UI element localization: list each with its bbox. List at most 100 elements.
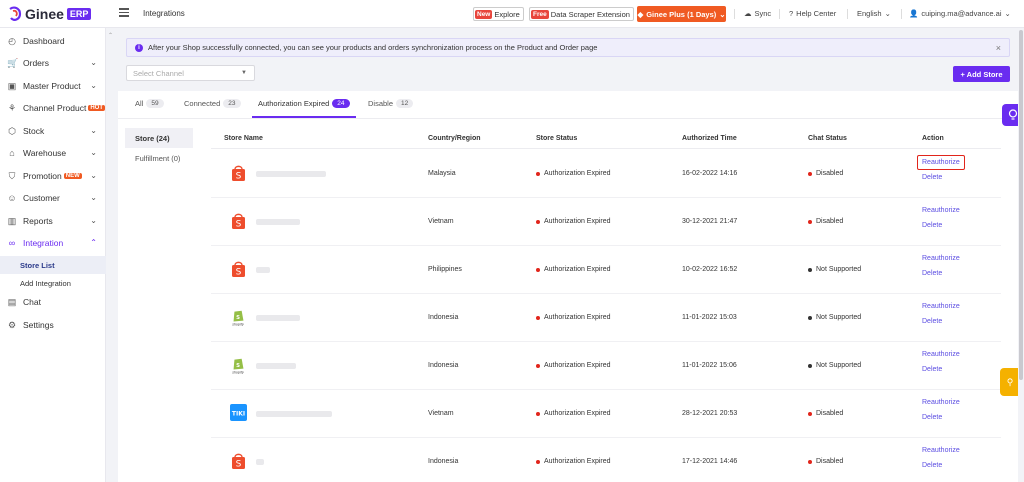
tab-label: Disable	[368, 99, 394, 108]
table-row: S Malaysia Authorization Expired 16-02-2022…	[211, 150, 1001, 198]
sidebar-subitem-store-list[interactable]: Store List	[0, 256, 106, 274]
table-row: S Indonesia Authorization Expired 17-12-202…	[211, 438, 1001, 482]
chat-status-cell: Not Supported	[808, 362, 861, 369]
close-icon[interactable]: ×	[996, 43, 1001, 53]
sidebar-item-channel-product[interactable]: ⚘ Channel Product HOT	[0, 97, 106, 119]
data-scraper-button[interactable]: Free Data Scraper Extension	[529, 7, 634, 21]
chat-status-cell: Disabled	[808, 410, 843, 417]
sidebar-item-promotion[interactable]: ⛉ Promotion NEW ⌄	[0, 165, 106, 187]
reauthorize-link[interactable]: Reauthorize	[922, 399, 960, 406]
sidebar-item-integration[interactable]: ∞ Integration ⌃	[0, 232, 106, 254]
sidebar: ◴ Dashboard 🛒 Orders ⌄ ▣ Master Product …	[0, 28, 106, 482]
explore-button[interactable]: New Explore	[473, 7, 524, 21]
shopee-logo-icon: S	[232, 453, 245, 470]
tab-all[interactable]: All 59	[135, 99, 164, 108]
tab-count: 23	[223, 99, 241, 108]
cloud-sync-icon: ☁	[744, 9, 752, 18]
page-scrollbar-thumb[interactable]	[1019, 30, 1023, 380]
channel-select[interactable]: Select Channel ▼	[126, 65, 255, 81]
delete-link[interactable]: Delete	[922, 462, 942, 469]
ginee-plus-button[interactable]: ◆ Ginee Plus (1 Days) ⌄	[637, 6, 726, 22]
store-status-cell: Authorization Expired	[536, 218, 611, 225]
sidebar-subitem-add-integration[interactable]: Add Integration	[0, 274, 106, 292]
store-status-cell: Authorization Expired	[536, 266, 611, 273]
delete-link[interactable]: Delete	[922, 366, 942, 373]
side-helper-icon[interactable]: ⚲	[1000, 368, 1020, 396]
shopify-logo-icon: Sshopify	[232, 358, 244, 374]
reauthorize-link[interactable]: Reauthorize	[922, 255, 960, 262]
tab-count: 12	[396, 99, 414, 108]
side-tab-store[interactable]: Store (24)	[125, 128, 193, 148]
authorized-time-cell: 16-02-2022 14:16	[682, 170, 738, 177]
add-store-button[interactable]: + Add Store	[953, 66, 1010, 82]
sidebar-item-settings[interactable]: ⚙ Settings	[0, 314, 106, 336]
scroll-up-icon[interactable]: ⌃	[108, 32, 113, 39]
authorized-time-cell: 11-01-2022 15:06	[682, 362, 737, 369]
divider	[901, 9, 902, 19]
table-row: TIKI Vietnam Authorization Expired 28-12-20…	[211, 390, 1001, 438]
sidebar-item-reports[interactable]: ▥ Reports ⌄	[0, 210, 106, 232]
user-icon: 👤	[909, 9, 919, 18]
sidebar-item-warehouse[interactable]: ⌂ Warehouse ⌄	[0, 142, 106, 164]
hot-badge: HOT	[88, 105, 105, 111]
delete-link[interactable]: Delete	[922, 414, 942, 421]
customer-icon: ☺	[7, 193, 17, 203]
delete-link[interactable]: Delete	[922, 222, 942, 229]
status-dot	[536, 459, 540, 464]
chat-icon: ▤	[7, 297, 17, 307]
sidebar-item-master-product[interactable]: ▣ Master Product ⌄	[0, 75, 106, 97]
reauthorize-link[interactable]: Reauthorize	[922, 303, 960, 310]
ginee-logo[interactable]: Ginee ERP	[8, 5, 92, 23]
reauthorize-link[interactable]: Reauthorize	[922, 159, 960, 166]
reauthorize-link[interactable]: Reauthorize	[922, 447, 960, 454]
logo-badge: ERP	[66, 8, 92, 20]
sidebar-item-customer[interactable]: ☺ Customer ⌄	[0, 187, 106, 209]
country-cell: Malaysia	[428, 170, 456, 177]
side-tab-fulfillment[interactable]: Fulfillment (0)	[125, 148, 193, 168]
user-email: cuiping.ma@advance.ai	[921, 9, 1002, 18]
status-dot	[536, 411, 540, 416]
sidebar-item-chat[interactable]: ▤ Chat	[0, 291, 106, 313]
sidebar-item-dashboard[interactable]: ◴ Dashboard	[0, 30, 106, 52]
svg-text:S: S	[236, 220, 242, 230]
chevron-down-icon: ⌄	[90, 126, 97, 135]
language-select[interactable]: English ⌄	[857, 9, 891, 18]
box-icon: ▣	[7, 81, 17, 91]
country-cell: Indonesia	[428, 458, 459, 465]
reauthorize-link[interactable]: Reauthorize	[922, 351, 960, 358]
store-status-cell: Authorization Expired	[536, 410, 611, 417]
status-dot	[808, 363, 812, 368]
chat-status-text: Disabled	[816, 218, 844, 225]
help-center-link[interactable]: ? Help Center	[789, 9, 836, 18]
user-menu[interactable]: 👤 cuiping.ma@advance.ai ⌄	[909, 9, 1011, 18]
delete-link[interactable]: Delete	[922, 174, 942, 181]
status-dot	[808, 267, 812, 272]
chat-status-text: Disabled	[816, 458, 844, 465]
delete-link[interactable]: Delete	[922, 270, 942, 277]
chevron-down-icon: ⌄	[90, 58, 97, 67]
scraper-label: Data Scraper Extension	[550, 9, 630, 19]
chat-status-text: Not Supported	[816, 266, 862, 273]
tab-label: All	[135, 99, 144, 108]
tab-count: 59	[146, 99, 164, 108]
sidebar-item-label: Dashboard	[23, 36, 65, 46]
country-cell: Indonesia	[428, 362, 459, 369]
sidebar-item-label: Customer	[23, 193, 60, 203]
sidebar-item-orders[interactable]: 🛒 Orders ⌄	[0, 52, 106, 74]
table-row: S Philippines Authorization Expired 10-02-2…	[211, 246, 1001, 294]
sync-button[interactable]: ☁ Sync	[744, 9, 771, 18]
chevron-down-icon: ⌄	[90, 148, 97, 157]
shopee-logo-icon: S	[232, 165, 245, 182]
tab-authorization-expired[interactable]: Authorization Expired 24	[258, 99, 350, 108]
tab-connected[interactable]: Connected 23	[184, 99, 241, 108]
reauthorize-link[interactable]: Reauthorize	[922, 207, 960, 214]
divider	[734, 9, 735, 19]
chat-status-cell: Not Supported	[808, 266, 861, 273]
store-list-panel: All 59 Connected 23 Authorization Expire…	[118, 91, 1018, 482]
delete-link[interactable]: Delete	[922, 318, 942, 325]
sidebar-item-label: Orders	[23, 58, 49, 68]
menu-toggle-icon[interactable]	[119, 8, 129, 18]
tab-disable[interactable]: Disable 12	[368, 99, 414, 108]
shopee-logo-icon: S	[232, 261, 245, 278]
sidebar-item-stock[interactable]: ⬡ Stock ⌄	[0, 120, 106, 142]
